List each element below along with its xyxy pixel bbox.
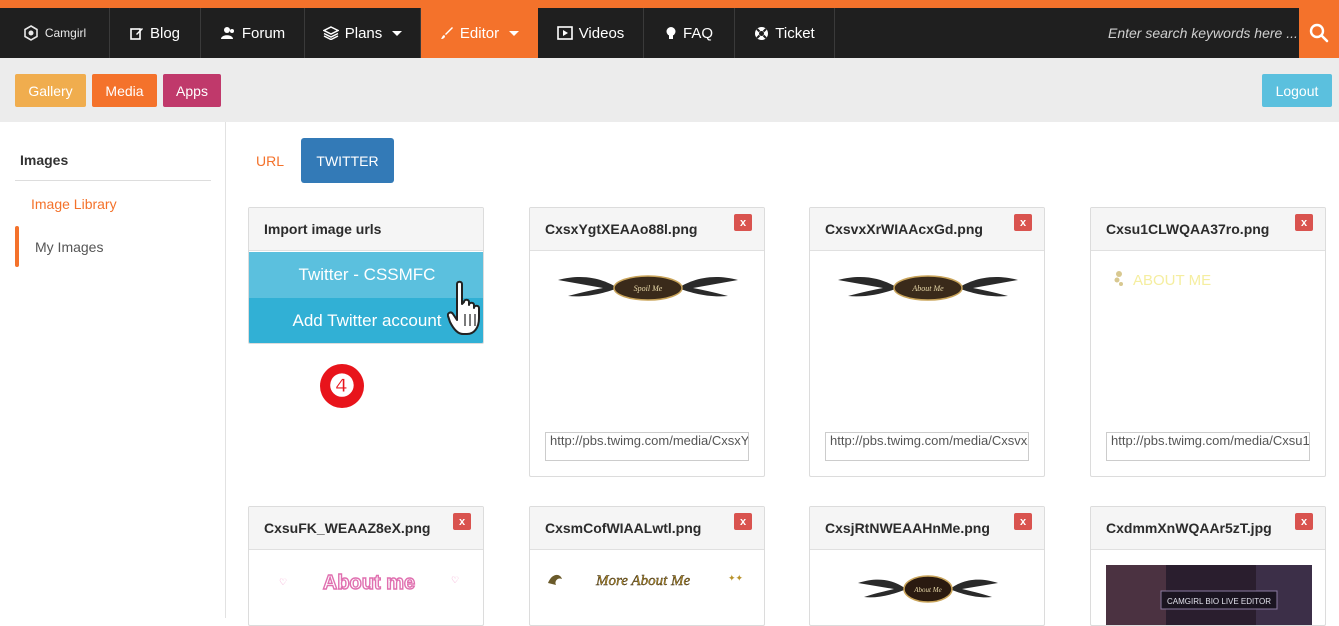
image-card: Cxsu1CLWQAA37ro.png x ABOUT ME http://pb…	[1090, 207, 1326, 477]
image-thumbnail: More About Me ✦✦	[548, 573, 744, 589]
lightbulb-icon	[666, 26, 676, 39]
search-icon	[1309, 23, 1329, 43]
users-icon	[220, 27, 234, 39]
search-input[interactable]	[1100, 8, 1298, 58]
sidebar-divider	[15, 180, 211, 181]
image-card: CxsjRtNWEAAHnMe.png x About Me	[809, 506, 1045, 626]
sidebar-title: Images	[20, 152, 69, 168]
video-icon	[556, 26, 573, 40]
image-thumbnail: About Me	[858, 575, 998, 603]
image-thumbnail: Spoil Me	[558, 275, 738, 301]
nav-blog[interactable]: Blog	[110, 8, 201, 58]
image-thumbnail: ABOUT ME	[1114, 271, 1211, 289]
image-card-title: CxsvxXrWIAAcxGd.png	[810, 208, 1044, 251]
main-navbar: Camgirl Blog Forum Plans Editor Videos F…	[0, 8, 1339, 58]
heart-glyph: ♡	[451, 575, 459, 585]
sparkle-glyph: ✦✦	[728, 573, 744, 583]
thumbnail-text: About Me	[913, 586, 941, 594]
camgirl-logo-icon	[24, 25, 38, 41]
thumbnail-text: About me	[323, 572, 415, 594]
delete-button[interactable]: x	[734, 214, 752, 231]
thumbnail-text: More About Me	[595, 573, 690, 589]
image-thumbnail: CAMGIRL BIO LIVE EDITOR	[1106, 565, 1312, 625]
nav-faq[interactable]: FAQ	[644, 8, 735, 58]
logout-button[interactable]: Logout	[1262, 74, 1332, 107]
editor-toolbar: Gallery Media Apps Logout	[0, 58, 1339, 122]
brand-logo[interactable]: Camgirl	[0, 8, 110, 58]
edit-icon	[130, 28, 143, 40]
image-card-title: CxsuFK_WEAAZ8eX.png	[249, 507, 483, 550]
top-accent-line	[0, 0, 1339, 8]
brand-name: Camgirl	[44, 26, 87, 40]
delete-button[interactable]: x	[1295, 214, 1313, 231]
image-card: CxsvxXrWIAAcxGd.png x About Me http://pb…	[809, 207, 1045, 477]
tab-url[interactable]: URL	[243, 138, 297, 183]
nav-ticket-label: Ticket	[775, 24, 815, 42]
sidebar-item-image-library[interactable]: Image Library	[31, 196, 117, 212]
search-button[interactable]	[1299, 8, 1339, 58]
brush-icon	[440, 27, 453, 39]
hand-pointer-icon	[447, 280, 480, 335]
nav-blog-label: Blog	[149, 24, 181, 42]
thumbnail-text: About Me	[911, 284, 944, 293]
heart-glyph: ♡	[279, 577, 287, 587]
sidebar-item-my-images[interactable]: My Images	[35, 239, 103, 255]
image-card-title: CxsmCofWIAALwtl.png	[530, 507, 764, 550]
image-thumbnail: ♡ About me ♡	[279, 571, 459, 594]
nav-videos[interactable]: Videos	[538, 8, 644, 58]
gallery-button[interactable]: Gallery	[15, 74, 86, 107]
image-card: CxsmCofWIAALwtl.png x More About Me ✦✦	[529, 506, 765, 626]
images-sidebar: Images Image Library My Images	[0, 122, 226, 618]
image-url-field[interactable]: http://pbs.twimg.com/media/Cxsu1CLWQAA37…	[1106, 432, 1310, 461]
thumbnail-text: Spoil Me	[634, 284, 663, 293]
tab-twitter[interactable]: TWITTER	[301, 138, 394, 183]
layers-icon	[322, 26, 339, 40]
image-card: CxsuFK_WEAAZ8eX.png x ♡ About me ♡	[248, 506, 484, 626]
nav-forum[interactable]: Forum	[201, 8, 305, 58]
nav-editor[interactable]: Editor	[421, 8, 538, 58]
nav-forum-label: Forum	[241, 24, 286, 42]
media-button[interactable]: Media	[92, 74, 157, 107]
image-card: CxdmmXnWQAAr5zT.jpg x CAMGIRL BIO LIVE E…	[1090, 506, 1326, 626]
image-card: CxsxYgtXEAAo88l.png x Spoil Me http://pb…	[529, 207, 765, 477]
image-url-field[interactable]: http://pbs.twimg.com/media/CxsxYgtXEAAo8…	[545, 432, 749, 461]
nav-plans-label: Plans	[344, 24, 383, 42]
nav-plans[interactable]: Plans	[305, 8, 421, 58]
image-thumbnail: About Me	[838, 275, 1018, 301]
image-card-title: CxsxYgtXEAAo88l.png	[530, 208, 764, 251]
sidebar-active-indicator	[15, 226, 19, 267]
delete-button[interactable]: x	[1295, 513, 1313, 530]
nav-faq-label: FAQ	[682, 24, 713, 42]
lifebuoy-icon	[755, 26, 769, 40]
thumbnail-text: ABOUT ME	[1133, 272, 1211, 289]
delete-button[interactable]: x	[1014, 214, 1032, 231]
image-url-field[interactable]: http://pbs.twimg.com/media/CxsvxXrWIAAcx…	[825, 432, 1029, 461]
delete-button[interactable]: x	[453, 513, 471, 530]
image-card-title: CxdmmXnWQAAr5zT.jpg	[1091, 507, 1325, 550]
chevron-down-icon	[392, 30, 403, 36]
image-card-title: CxsjRtNWEAAHnMe.png	[810, 507, 1044, 550]
delete-button[interactable]: x	[1014, 513, 1032, 530]
step-number-badge: ❹	[320, 364, 364, 408]
nav-editor-label: Editor	[459, 24, 500, 42]
thumbnail-text: CAMGIRL BIO LIVE EDITOR	[1167, 597, 1271, 606]
image-card-title: Cxsu1CLWQAA37ro.png	[1091, 208, 1325, 251]
import-card-title: Import image urls	[249, 208, 483, 251]
delete-button[interactable]: x	[734, 513, 752, 530]
apps-button[interactable]: Apps	[163, 74, 221, 107]
nav-videos-label: Videos	[578, 24, 625, 42]
nav-ticket[interactable]: Ticket	[735, 8, 835, 58]
chevron-down-icon	[509, 30, 520, 36]
